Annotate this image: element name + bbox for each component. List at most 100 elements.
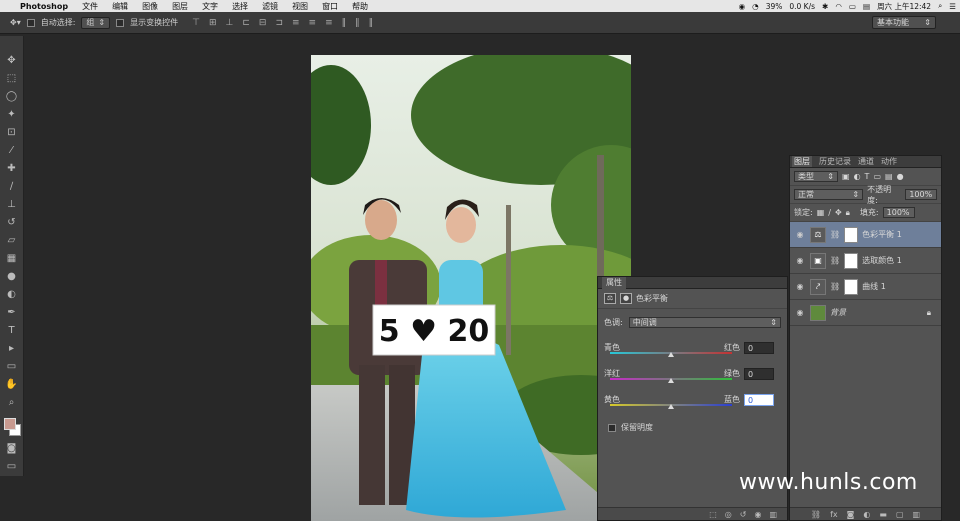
align-bottom-icon[interactable]: ⊥ xyxy=(226,18,234,28)
flag-icon[interactable]: ▤ xyxy=(863,2,870,11)
new-layer-icon[interactable]: ▢ xyxy=(896,510,904,519)
filter-type-icon[interactable]: T xyxy=(865,172,870,181)
tab-channels[interactable]: 通道 xyxy=(858,156,874,167)
clip-to-layer-icon[interactable]: ⬚ xyxy=(709,510,717,519)
new-adjustment-icon[interactable]: ◐ xyxy=(863,510,870,519)
show-transform-checkbox[interactable] xyxy=(116,18,125,27)
align-hcenter-icon[interactable]: ⊟ xyxy=(259,18,267,28)
path-select-icon[interactable]: ▸ xyxy=(3,340,21,356)
auto-select-dropdown[interactable]: 组 ⇕ xyxy=(81,16,111,29)
lock-all-icon[interactable]: 🔒︎ xyxy=(846,208,850,218)
slider-thumb[interactable] xyxy=(668,378,674,383)
clock[interactable]: 周六 上午12:42 xyxy=(877,1,931,12)
foreground-color[interactable] xyxy=(3,418,16,430)
layer-name[interactable]: 选取颜色 1 xyxy=(862,255,902,266)
filter-smart-icon[interactable]: ▤ xyxy=(885,172,893,181)
tab-layers[interactable]: 图层 xyxy=(792,156,812,167)
eraser-tool-icon[interactable]: ▱ xyxy=(3,232,21,248)
lock-pixels-icon[interactable]: ∕ xyxy=(828,208,831,217)
wifi-icon[interactable]: ◠ xyxy=(835,2,842,11)
brush-tool-icon[interactable]: ∕ xyxy=(3,178,21,194)
distribute-hcenter-icon[interactable]: ‖ xyxy=(355,18,360,28)
document-canvas[interactable]: 5 ♥ 20 xyxy=(311,55,631,521)
screen-mode-icon[interactable]: ▭ xyxy=(3,458,21,474)
slider-thumb[interactable] xyxy=(668,404,674,409)
tab-history[interactable]: 历史记录 xyxy=(819,156,851,167)
stamp-tool-icon[interactable]: ⊥ xyxy=(3,196,21,212)
fx-icon[interactable]: fx xyxy=(830,510,838,519)
reset-icon[interactable]: ↺ xyxy=(740,510,747,519)
bluetooth-icon[interactable]: ✱ xyxy=(822,2,828,11)
battery-bar-icon[interactable]: ▭ xyxy=(849,2,856,11)
distribute-left-icon[interactable]: ‖ xyxy=(342,18,347,28)
type-tool-icon[interactable]: T xyxy=(3,322,21,338)
link-icon[interactable]: ⛓ xyxy=(811,510,821,519)
slider-value-input[interactable]: 0 xyxy=(744,342,774,354)
distribute-top-icon[interactable]: ≡ xyxy=(292,18,300,28)
layer-row[interactable]: ◉ ▣ ⛓ 选取颜色 1 xyxy=(790,248,941,274)
menu-view[interactable]: 视图 xyxy=(292,1,308,12)
layer-row[interactable]: ◉ ⤤ ⛓ 曲线 1 xyxy=(790,274,941,300)
menu-filter[interactable]: 滤镜 xyxy=(262,1,278,12)
menu-help[interactable]: 帮助 xyxy=(352,1,368,12)
slider-thumb[interactable] xyxy=(668,352,674,357)
app-name[interactable]: Photoshop xyxy=(20,2,68,11)
eye-icon[interactable]: ◉ xyxy=(794,256,806,265)
quick-mask-icon[interactable]: ◙ xyxy=(3,440,21,456)
move-tool-icon[interactable]: ✥ xyxy=(3,52,21,68)
new-group-icon[interactable]: ▬ xyxy=(879,510,887,519)
align-left-icon[interactable]: ⊏ xyxy=(242,18,250,28)
dodge-tool-icon[interactable]: ◐ xyxy=(3,286,21,302)
slider-value-input[interactable]: 0 xyxy=(744,368,774,380)
add-mask-icon[interactable]: ◙ xyxy=(847,510,855,519)
tone-select[interactable]: 中间调 ⇕ xyxy=(628,317,781,328)
menu-edit[interactable]: 编辑 xyxy=(112,1,128,12)
color-swatches[interactable] xyxy=(2,416,22,438)
distribute-vcenter-icon[interactable]: ≡ xyxy=(309,18,317,28)
workspace-dropdown[interactable]: 基本功能 ⇕ xyxy=(872,16,936,29)
filter-pixel-icon[interactable]: ▣ xyxy=(842,172,850,181)
layer-mask-thumbnail[interactable] xyxy=(844,278,859,295)
trash-icon[interactable]: ▥ xyxy=(913,510,921,519)
mask-icon[interactable]: ● xyxy=(620,293,632,304)
filter-toggle-icon[interactable]: ● xyxy=(897,172,904,181)
preserve-luminosity-checkbox[interactable] xyxy=(608,423,616,432)
menu-layer[interactable]: 图层 xyxy=(172,1,188,12)
magic-wand-icon[interactable]: ✦ xyxy=(3,106,21,122)
distribute-bottom-icon[interactable]: ≡ xyxy=(325,18,333,28)
lasso-tool-icon[interactable]: ◯ xyxy=(3,88,21,104)
battery-icon[interactable]: ◔ xyxy=(752,2,759,11)
menu-file[interactable]: 文件 xyxy=(82,1,98,12)
layer-mask-thumbnail[interactable] xyxy=(844,226,859,243)
slider-value-input[interactable]: 0 xyxy=(744,394,774,406)
record-icon[interactable]: ◉ xyxy=(739,2,746,11)
layer-name[interactable]: 色彩平衡 1 xyxy=(862,229,902,240)
filter-adjust-icon[interactable]: ◐ xyxy=(854,172,861,181)
layer-name[interactable]: 曲线 1 xyxy=(862,281,886,292)
zoom-tool-icon[interactable]: ⌕ xyxy=(3,394,21,410)
distribute-right-icon[interactable]: ‖ xyxy=(369,18,374,28)
blur-tool-icon[interactable]: ● xyxy=(3,268,21,284)
eye-icon[interactable]: ◉ xyxy=(794,230,806,239)
list-icon[interactable]: ☰ xyxy=(949,2,956,11)
layer-row[interactable]: ◉ 背景 🔒︎ xyxy=(790,300,941,326)
layer-filter-dropdown[interactable]: 类型 ⇕ xyxy=(794,171,838,182)
menu-type[interactable]: 文字 xyxy=(202,1,218,12)
hand-tool-icon[interactable]: ✋ xyxy=(3,376,21,392)
menu-select[interactable]: 选择 xyxy=(232,1,248,12)
auto-select-checkbox[interactable] xyxy=(26,18,35,27)
marquee-tool-icon[interactable]: ⬚ xyxy=(3,70,21,86)
eye-icon[interactable]: ◉ xyxy=(794,282,806,291)
align-vcenter-icon[interactable]: ⊞ xyxy=(209,18,217,28)
eye-icon[interactable]: ◉ xyxy=(794,308,806,317)
tab-actions[interactable]: 动作 xyxy=(881,156,897,167)
move-tool-icon[interactable]: ✥▾ xyxy=(10,18,21,27)
healing-brush-icon[interactable]: ✚ xyxy=(3,160,21,176)
tab-properties[interactable]: 属性 xyxy=(602,276,626,289)
lock-transparent-icon[interactable]: ▦ xyxy=(817,208,825,217)
align-right-icon[interactable]: ⊐ xyxy=(275,18,283,28)
lock-position-icon[interactable]: ✥ xyxy=(835,208,842,217)
blend-mode-dropdown[interactable]: 正常 ⇕ xyxy=(794,189,864,200)
layer-row[interactable]: ◉ ⚖ ⛓ 色彩平衡 1 xyxy=(790,222,941,248)
trash-icon[interactable]: ▥ xyxy=(769,510,777,519)
